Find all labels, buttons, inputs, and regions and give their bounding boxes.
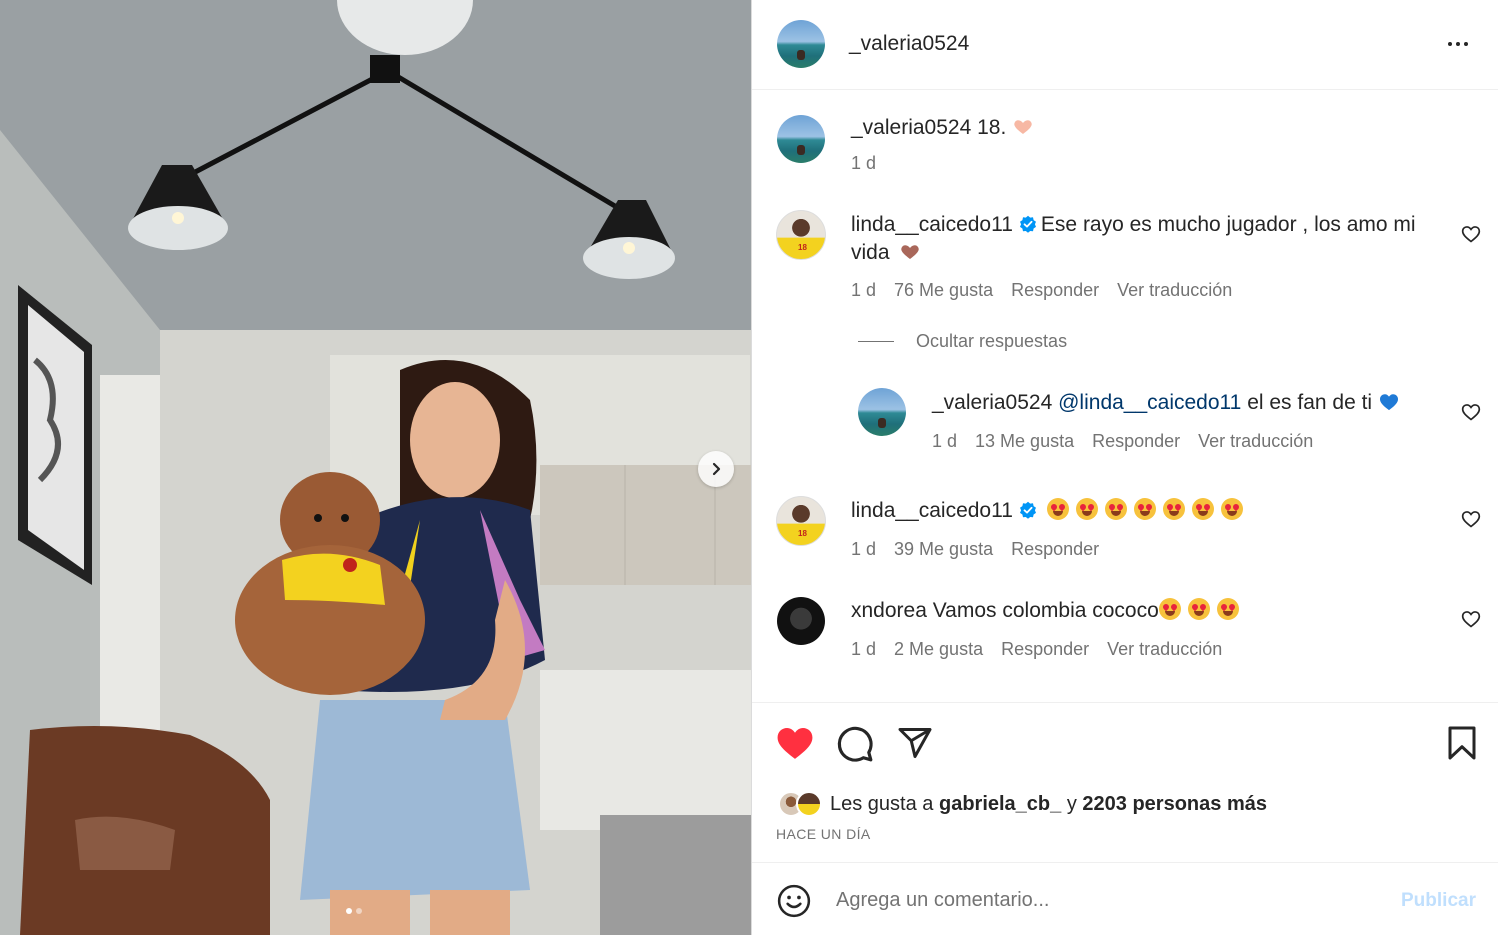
comment-time[interactable]: 1 d [851,280,876,301]
liker-avatar[interactable] [796,791,822,817]
heart-eyes-emoji-icon [1162,498,1185,520]
caption-time[interactable]: 1 d [851,153,876,174]
post-time-ago[interactable]: HACE UN DÍA [776,826,871,842]
heart-eyes-emoji-icon [1158,598,1181,620]
heart-eyes-emoji-group [1046,498,1250,522]
reply-button[interactable]: Responder [1011,280,1099,301]
more-options-icon[interactable] [1448,34,1474,54]
likes-prefix: Les gusta a [830,792,934,815]
comment-meta: 1 d 76 Me gusta Responder Ver traducción [851,280,1232,301]
reply-like-icon[interactable] [1461,402,1481,422]
heart-hands-icon [1014,120,1032,134]
photo-scene [0,0,751,935]
verified-badge-icon [1019,501,1036,519]
heart-eyes-emoji-icon [1216,598,1239,620]
comment-like-icon[interactable] [1461,509,1481,529]
likes-user-link[interactable]: gabriela_cb_ [939,793,1061,815]
comment-like-icon[interactable] [1461,609,1481,629]
comment-avatar[interactable] [776,496,826,546]
caption-avatar[interactable] [777,115,825,163]
publish-button[interactable]: Publicar [1401,890,1476,912]
author-username[interactable]: _valeria0524 [849,32,969,56]
reply-username[interactable]: _valeria0524 [932,391,1052,414]
comment-text-line2: vida [851,241,890,264]
blue-heart-icon [1379,394,1398,411]
comment-input[interactable] [836,885,1396,915]
hide-replies-label: Ocultar respuestas [916,331,1068,351]
comments-list[interactable]: _valeria0524 18. 1 d linda__caicedo11 Ese… [752,91,1498,701]
comment-meta: 1 d 2 Me gusta Responder Ver traducción [851,639,1222,660]
heart-eyes-emoji-icon [1191,498,1214,520]
comment-meta: 1 d 39 Me gusta Responder [851,539,1099,560]
carousel-dot [346,908,352,914]
heart-hands-icon [901,245,920,259]
heart-eyes-emoji-icon [1220,498,1243,520]
reply-meta: 1 d 13 Me gusta Responder Ver traducción [932,431,1313,452]
likes-summary: Les gusta a gabriela_cb_ y 2203 personas… [778,791,1267,817]
comment-likes[interactable]: 76 Me gusta [894,280,993,301]
next-photo-button[interactable] [698,451,734,487]
reply-text-line: _valeria0524 @linda__caicedo11 el es fan… [932,389,1400,417]
comment-avatar[interactable] [777,597,825,645]
caption-meta: 1 d [851,153,876,174]
comment-text: Vamos colombia cococo [932,599,1159,622]
comment-form: Publicar [752,862,1498,935]
translate-button[interactable]: Ver traducción [1198,431,1313,452]
reply-avatar[interactable] [858,388,906,436]
verified-badge-icon [1019,215,1036,233]
caption-text-line: _valeria0524 18. [851,114,1034,142]
post-side-panel: _valeria0524 _valeria0524 18. 1 d linda_… [751,0,1498,935]
reply-likes[interactable]: 13 Me gusta [975,431,1074,452]
comment-username[interactable]: linda__caicedo11 [851,499,1013,522]
carousel-dot [356,908,362,914]
heart-eyes-emoji-icon [1075,498,1098,520]
reply-mention[interactable]: @linda__caicedo11 [1058,391,1241,414]
comment-likes[interactable]: 39 Me gusta [894,539,993,560]
comment-icon[interactable] [836,725,874,763]
heart-eyes-emoji-icon [1104,498,1127,520]
translate-button[interactable]: Ver traducción [1107,639,1222,660]
heart-eyes-emoji-icon [1046,498,1069,520]
chevron-right-icon [712,462,721,476]
comment-time[interactable]: 1 d [851,539,876,560]
heart-eyes-emoji-icon [1133,498,1156,520]
hide-replies-button[interactable]: Ocultar respuestas [858,331,1067,352]
likes-others-link[interactable]: 2203 personas más [1082,793,1267,815]
post-actions: Les gusta a gabriela_cb_ y 2203 personas… [752,702,1498,862]
post-header: _valeria0524 [752,0,1498,90]
like-filled-heart-icon[interactable] [776,725,814,761]
comment-likes[interactable]: 2 Me gusta [894,639,983,660]
reply-button[interactable]: Responder [1092,431,1180,452]
divider-line [858,341,894,342]
comment-text-line: linda__caicedo11 [851,497,1250,525]
comment-avatar[interactable] [776,210,826,260]
author-avatar[interactable] [777,20,825,68]
comment-text: Ese rayo es mucho jugador , los amo mi [1040,213,1416,236]
heart-eyes-emoji-icon [1187,598,1210,620]
post-photo[interactable] [0,0,751,935]
reply-button[interactable]: Responder [1001,639,1089,660]
reply-button[interactable]: Responder [1011,539,1099,560]
likes-text: Les gusta a gabriela_cb_ y 2203 personas… [830,793,1267,816]
reply-time[interactable]: 1 d [932,431,957,452]
caption-text: 18. [977,116,1007,139]
comment-text-line: linda__caicedo11 Ese rayo es mucho jugado… [851,211,1421,267]
carousel-dots [346,908,362,914]
caption-username[interactable]: _valeria0524 [851,116,971,139]
comment-username[interactable]: xndorea [851,599,927,622]
reply-text: el es fan de ti [1247,391,1373,414]
comment-text-line: xndorea Vamos colombia cococo [851,597,1246,625]
likes-middle: y [1066,792,1077,815]
comment-time[interactable]: 1 d [851,639,876,660]
comment-username[interactable]: linda__caicedo11 [851,213,1013,236]
share-send-icon[interactable] [896,725,934,761]
comment-like-icon[interactable] [1461,224,1481,244]
bookmark-save-icon[interactable] [1446,725,1478,761]
emoji-picker-icon[interactable] [777,884,811,918]
translate-button[interactable]: Ver traducción [1117,280,1232,301]
